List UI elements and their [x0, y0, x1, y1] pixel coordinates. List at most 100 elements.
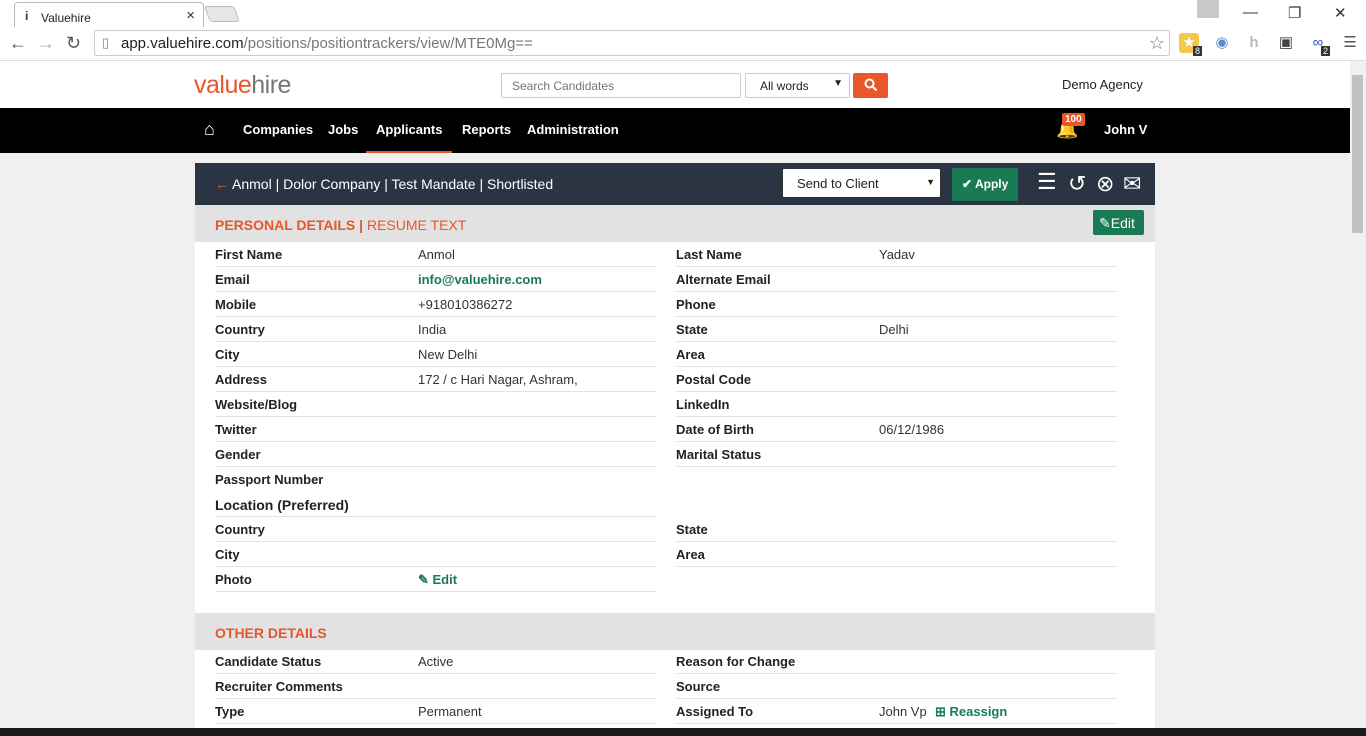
list-icon[interactable]: ☰ — [1037, 169, 1057, 195]
search-button[interactable] — [853, 73, 888, 98]
menu-icon[interactable]: ☰ — [1340, 33, 1360, 53]
detail-row: Country — [215, 517, 656, 542]
other-details-bar: OTHER DETAILS — [195, 613, 1155, 650]
nav-companies[interactable]: Companies — [243, 122, 313, 137]
reassign-link[interactable]: ⊞ Reassign — [935, 704, 1007, 720]
detail-row: Reason for Change — [676, 649, 1117, 674]
close-tab-icon[interactable]: × — [186, 7, 195, 24]
valuehire-favicon-icon: i — [25, 9, 29, 23]
undo-icon[interactable]: ↺ — [1068, 171, 1086, 197]
back-icon[interactable]: ← — [9, 33, 27, 54]
bookmark-star-icon[interactable]: ☆ — [1149, 33, 1165, 54]
field-label: Date of Birth — [676, 422, 754, 437]
close-circle-icon[interactable]: ⊗ — [1096, 171, 1114, 197]
field-label: City — [215, 347, 240, 362]
forward-icon[interactable]: → — [37, 33, 55, 54]
apply-button[interactable]: ✔ Apply — [952, 168, 1018, 201]
browser-tab[interactable]: i Valuehire × — [14, 2, 204, 27]
photo-label: Photo — [215, 572, 252, 587]
field-value: 06/12/1986 — [879, 422, 945, 437]
resume-text-tab[interactable]: RESUME TEXT — [367, 217, 466, 233]
nav-administration[interactable]: Administration — [527, 122, 619, 137]
detail-row: City — [215, 542, 656, 567]
field-value: India — [418, 322, 447, 337]
page-scrollbar[interactable] — [1350, 61, 1366, 728]
detail-row: Recruiter Comments — [215, 674, 656, 699]
personal-details-title: PERSONAL DETAILS | RESUME TEXT — [215, 217, 467, 233]
scroll-thumb[interactable] — [1352, 75, 1363, 233]
location-heading-row: Location (Preferred) — [215, 492, 656, 517]
field-value: John Vp — [879, 704, 927, 719]
email-link[interactable]: info@valuehire.com — [418, 272, 542, 287]
address-bar[interactable]: ▯ app.valuehire.com/positions/positiontr… — [94, 30, 1170, 56]
field-label: Email — [215, 272, 250, 287]
detail-row: Candidate Status Active — [215, 649, 656, 674]
field-label: Recruiter Comments — [215, 679, 343, 694]
extension-icon[interactable]: ▣ — [1276, 33, 1296, 53]
field-label: Country — [215, 322, 265, 337]
detail-row: Type Permanent — [215, 699, 656, 724]
field-label: Gender — [215, 447, 261, 462]
detail-row: Last Name Yadav — [676, 242, 1117, 267]
field-label: First Name — [215, 247, 283, 262]
profile-icon[interactable] — [1197, 0, 1219, 18]
edit-button[interactable]: ✎Edit — [1093, 210, 1144, 235]
valuehire-logo[interactable]: valuehire — [194, 71, 291, 100]
search-mode-select[interactable]: All words ▼ — [745, 73, 850, 98]
nav-reports[interactable]: Reports — [462, 122, 511, 137]
field-label: Type — [215, 704, 245, 719]
extension-icon[interactable]: ◉ — [1212, 33, 1232, 53]
detail-row: Mobile +918010386272 — [215, 292, 656, 317]
close-window-icon[interactable]: ✕ — [1334, 4, 1347, 22]
tab-title: Valuehire — [41, 11, 91, 25]
detail-row: Email info@valuehire.com — [215, 267, 656, 292]
search-mode-value: All words — [760, 79, 809, 93]
home-icon[interactable]: ⌂ — [204, 119, 215, 140]
field-label: Area — [676, 347, 705, 362]
nav-applicants[interactable]: Applicants — [376, 122, 442, 137]
minimize-icon[interactable]: — — [1243, 4, 1258, 21]
agency-name[interactable]: Demo Agency — [1062, 77, 1143, 92]
field-label: City — [215, 547, 240, 562]
main-nav: ⌂ Companies Jobs Applicants Reports Admi… — [0, 108, 1350, 153]
detail-row: Alternate Email — [676, 267, 1117, 292]
back-arrow-icon[interactable]: ← — [215, 176, 229, 192]
detail-row: State — [676, 517, 1117, 542]
field-label: Phone — [676, 297, 716, 312]
app-header: valuehire All words ▼ Demo Agency — [0, 61, 1350, 108]
restore-icon[interactable]: ❐ — [1288, 4, 1301, 22]
detail-row: Twitter — [215, 417, 656, 442]
action-select[interactable]: Send to Client ▼ — [782, 168, 941, 198]
field-label: Source — [676, 679, 721, 694]
detail-row: Passport Number — [215, 467, 656, 492]
detail-row: Area — [676, 542, 1117, 567]
sitemap-icon: ⊞ — [935, 704, 950, 719]
reload-icon[interactable]: ↻ — [66, 33, 81, 54]
other-details-title: OTHER DETAILS — [215, 625, 327, 641]
field-label: Marital Status — [676, 447, 762, 462]
field-label: Country — [215, 522, 265, 537]
field-value: 172 / c Hari Nagar, Ashram, — [418, 372, 578, 387]
browser-toolbar: ← → ↻ ▯ app.valuehire.com/positions/posi… — [0, 27, 1366, 61]
caret-down-icon: ▼ — [833, 78, 843, 89]
new-tab-button[interactable] — [204, 6, 240, 22]
field-value: Active — [418, 654, 454, 669]
field-label: Passport Number — [215, 472, 324, 487]
search-candidates-input[interactable] — [501, 73, 741, 98]
photo-edit-link[interactable]: ✎ Edit — [418, 572, 457, 588]
url-host: app.valuehire.com — [121, 35, 244, 52]
card-header: ← Anmol | Dolor Company | Test Mandate | … — [195, 163, 1155, 205]
envelope-icon[interactable]: ✉ — [1123, 171, 1141, 197]
user-menu[interactable]: John V — [1104, 122, 1147, 137]
extension-icon[interactable]: h — [1244, 33, 1264, 53]
field-label: State — [676, 522, 708, 537]
detail-row: Gender — [215, 442, 656, 467]
detail-row: Country India — [215, 317, 656, 342]
detail-row: Phone — [676, 292, 1117, 317]
personal-details-tab[interactable]: PERSONAL DETAILS — [215, 217, 355, 233]
nav-jobs[interactable]: Jobs — [328, 122, 358, 137]
detail-row: Assigned To John Vp ⊞ Reassign — [676, 699, 1117, 724]
field-label: Mobile — [215, 297, 257, 312]
field-label: Assigned To — [676, 704, 754, 719]
pencil-icon: ✎ — [418, 572, 433, 587]
